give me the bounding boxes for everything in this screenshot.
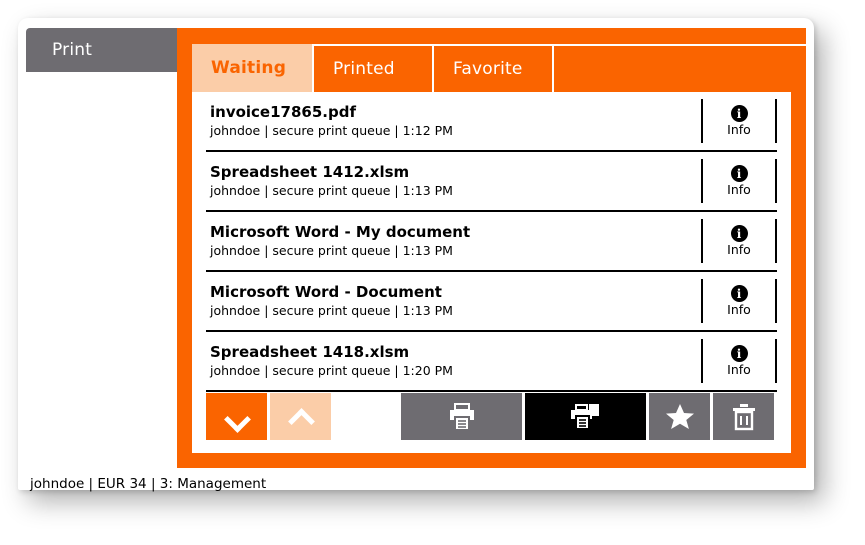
table-row[interactable]: Spreadsheet 1418.xlsm johndoe | secure p…	[206, 332, 777, 392]
printer-copy-icon	[570, 401, 601, 430]
info-button-label: Info	[727, 302, 751, 317]
job-text: Spreadsheet 1412.xlsm johndoe | secure p…	[206, 152, 701, 210]
job-meta: johndoe | secure print queue | 1:13 PM	[210, 183, 453, 198]
favorite-button[interactable]	[649, 393, 710, 440]
info-circle-icon: i	[730, 165, 748, 182]
table-row[interactable]: Microsoft Word - Document johndoe | secu…	[206, 272, 777, 332]
info-button-label: Info	[727, 242, 751, 257]
print-header-tab[interactable]: Print	[26, 28, 186, 72]
job-text: Spreadsheet 1418.xlsm johndoe | secure p…	[206, 332, 701, 390]
delete-button[interactable]	[713, 393, 774, 440]
tab-favorite-label: Favorite	[453, 59, 523, 79]
tab-waiting[interactable]: Waiting	[192, 44, 312, 92]
info-button-label: Info	[727, 122, 751, 137]
print-application-window: Print Waiting Printed Favorite invoice17…	[18, 18, 814, 492]
table-row[interactable]: invoice17865.pdf johndoe | secure print …	[206, 92, 777, 152]
tab-printed[interactable]: Printed	[312, 44, 432, 92]
print-and-keep-button[interactable]	[525, 393, 646, 440]
content-panel: invoice17865.pdf johndoe | secure print …	[192, 92, 791, 453]
job-text: Microsoft Word - My document johndoe | s…	[206, 212, 701, 270]
job-meta: johndoe | secure print queue | 1:13 PM	[210, 303, 453, 318]
tab-favorite[interactable]: Favorite	[432, 44, 552, 92]
job-title: Microsoft Word - My document	[210, 223, 471, 241]
info-button[interactable]: i Info	[701, 159, 777, 203]
info-button-label: Info	[727, 362, 751, 377]
table-row[interactable]: Microsoft Word - My document johndoe | s…	[206, 212, 777, 272]
tab-strip-filler	[552, 44, 806, 92]
printer-icon	[449, 402, 474, 431]
job-meta: johndoe | secure print queue | 1:20 PM	[210, 363, 453, 378]
info-circle-icon: i	[730, 285, 748, 302]
scroll-down-button[interactable]	[206, 393, 267, 440]
job-text: Microsoft Word - Document johndoe | secu…	[206, 272, 701, 330]
job-title: Spreadsheet 1418.xlsm	[210, 343, 410, 361]
application-frame: Waiting Printed Favorite invoice17865.pd…	[177, 28, 806, 468]
info-button[interactable]: i Info	[701, 99, 777, 143]
job-title: Microsoft Word - Document	[210, 283, 442, 301]
tab-printed-label: Printed	[333, 59, 395, 79]
job-text: invoice17865.pdf johndoe | secure print …	[206, 92, 701, 150]
info-button-label: Info	[727, 182, 751, 197]
tab-strip: Waiting Printed Favorite	[192, 44, 806, 92]
info-circle-icon: i	[730, 225, 748, 242]
status-bar: johndoe | EUR 34 | 3: Management	[26, 470, 806, 498]
star-icon	[665, 404, 694, 429]
info-button[interactable]: i Info	[701, 219, 777, 263]
job-meta: johndoe | secure print queue | 1:13 PM	[210, 243, 453, 258]
tab-waiting-label: Waiting	[211, 58, 287, 78]
chevron-up-icon	[290, 406, 312, 428]
chevron-down-icon	[226, 406, 248, 428]
info-button[interactable]: i Info	[701, 279, 777, 323]
trash-icon	[732, 403, 755, 430]
print-header-tab-label: Print	[52, 40, 93, 60]
info-button[interactable]: i Info	[701, 339, 777, 383]
job-title: Spreadsheet 1412.xlsm	[210, 163, 410, 181]
job-title: invoice17865.pdf	[210, 103, 356, 121]
print-job-list: invoice17865.pdf johndoe | secure print …	[192, 92, 791, 392]
job-meta: johndoe | secure print queue | 1:12 PM	[210, 123, 453, 138]
table-row[interactable]: Spreadsheet 1412.xlsm johndoe | secure p…	[206, 152, 777, 212]
screen-root: Print Waiting Printed Favorite invoice17…	[0, 0, 865, 545]
status-bar-text: johndoe | EUR 34 | 3: Management	[30, 476, 267, 492]
scroll-up-button[interactable]	[270, 393, 331, 440]
info-circle-icon: i	[730, 105, 748, 122]
print-button[interactable]	[401, 393, 522, 440]
action-toolbar	[206, 393, 777, 440]
info-circle-icon: i	[730, 345, 748, 362]
